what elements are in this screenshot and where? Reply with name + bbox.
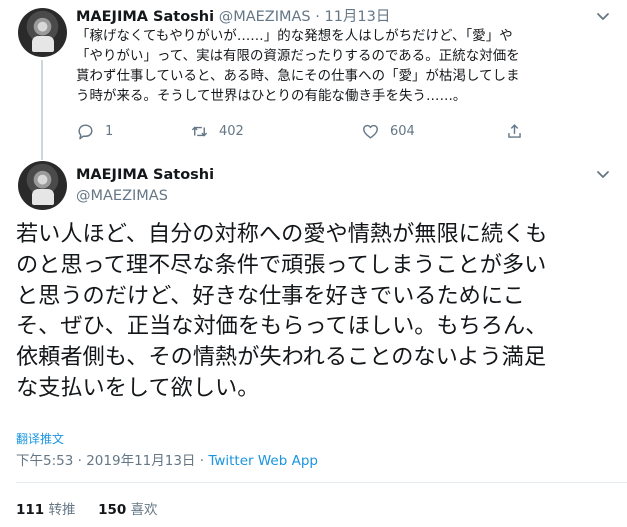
tweet2-text: 若い人ほど、自分の対称への愛や情熱が無限に続くも のと思って理不尽な条件で頑張っ… [16, 219, 616, 404]
tweet2-text-line: と思うのだけど、好きな仕事を好きでいるためにこ [16, 282, 525, 309]
like-icon [363, 124, 378, 139]
tweet1-separator: · [315, 9, 320, 25]
tweet2-metadata: 下午5:53 · 2019年11月13日 · Twitter Web App [16, 449, 318, 469]
tweet1-text-line: 貰わず仕事していると、ある時、急にその仕事への「愛」が枯渇してしま [76, 69, 520, 84]
retweet-button[interactable]: 402 [190, 122, 244, 141]
tweet2-text-line: のと思って理不尽な条件で頑張ってしまうことが多い [16, 251, 547, 278]
tweet1-text: 「稼げなくてもやりがいが……」的な発想を人はしがちだけど、「愛」や 「やりがい」… [76, 27, 616, 107]
avatar[interactable] [18, 8, 67, 57]
tweet2-text-line: そ、ぜひ、正当な対価をもらってほしい。もちろん、 [16, 313, 548, 340]
source-app-link[interactable]: Twitter Web App [208, 453, 318, 469]
tweet2-time[interactable]: 下午5:53 [16, 453, 73, 469]
tweet1-text-line: 「稼げなくてもやりがいが……」的な発想を人はしがちだけど、「愛」や [76, 29, 513, 44]
meta-separator: · [199, 453, 205, 469]
tweet2-text-line: 若い人ほど、自分の対称への愛や情熱が無限に続くも [16, 221, 548, 247]
tweet1-header: MAEJIMA Satoshi @MAEZIMAS · 11月13日 [76, 7, 390, 27]
likes-count: 150 [98, 502, 127, 518]
tweet2-date[interactable]: 2019年11月13日 [86, 453, 195, 469]
translate-tweet-link[interactable]: 翻译推文 [16, 430, 64, 447]
share-icon [508, 124, 521, 138]
like-count: 604 [390, 124, 415, 139]
tweet1-author-handle[interactable]: @MAEZIMAS [219, 9, 311, 25]
reply-button[interactable]: 1 [76, 122, 113, 141]
tweet2-stats: 111 转推 150 喜欢 [16, 498, 158, 518]
tweet2-text-line: 依頼者側も、その情熱が失われることのないよう満足 [16, 344, 547, 371]
retweets-count: 111 [16, 502, 45, 518]
tweet1-text-line: う時が来る。そうして世界はひとりの有能な働き手を失う……。 [76, 89, 467, 104]
tweet1-author-name[interactable]: MAEJIMA Satoshi [76, 9, 214, 25]
thread-connector-line [41, 60, 43, 160]
avatar[interactable] [18, 161, 67, 210]
reply-count: 1 [105, 124, 114, 139]
like-button[interactable]: 604 [361, 122, 415, 141]
chevron-down-icon[interactable] [596, 170, 610, 180]
tweet2-author-handle[interactable]: @MAEZIMAS [76, 186, 168, 206]
meta-separator: · [77, 453, 82, 469]
retweets-stat[interactable]: 111 转推 [16, 502, 80, 518]
tweet2-author-name[interactable]: MAEJIMA Satoshi [76, 165, 214, 185]
retweets-label: 转推 [48, 502, 76, 518]
tweet1-text-line: 「やりがい」って、実は有限の資源だったりするのである。正統な対価を [76, 49, 520, 64]
retweet-count: 402 [219, 124, 244, 139]
chevron-down-icon[interactable] [596, 12, 610, 22]
tweet1-date[interactable]: 11月13日 [324, 9, 390, 25]
retweet-icon [191, 126, 208, 137]
tweet2-text-line: な支払いをして欲しい。 [16, 374, 260, 401]
likes-stat[interactable]: 150 喜欢 [98, 502, 157, 518]
likes-label: 喜欢 [130, 502, 158, 518]
reply-icon [78, 124, 93, 140]
divider [16, 482, 627, 483]
share-button[interactable] [505, 122, 524, 141]
